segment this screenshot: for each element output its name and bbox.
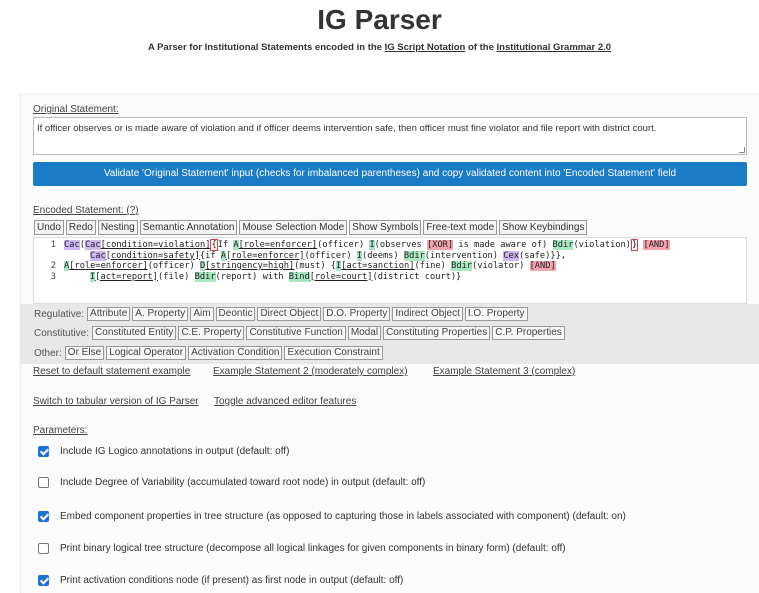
direct-object-button[interactable]: Direct Object (257, 307, 322, 321)
constitutive-row: Constitutive: Constituted Entity C.E. Pr… (34, 326, 565, 340)
undo-button[interactable]: Undo (34, 220, 64, 235)
line-number: 3 (50, 271, 56, 282)
free-text-mode-button[interactable]: Free-text mode (423, 220, 498, 235)
param-embed-properties[interactable]: Embed component properties in tree struc… (38, 511, 626, 522)
direct-object-property-button[interactable]: D.O. Property (323, 307, 391, 321)
execution-constraint-button[interactable]: Execution Constraint (284, 346, 383, 360)
show-keybindings-button[interactable]: Show Keybindings (499, 220, 588, 235)
resize-handle[interactable] (739, 147, 745, 153)
constituted-entity-property-button[interactable]: C.E. Property (178, 326, 245, 340)
semantic-annotation-button[interactable]: Semantic Annotation (139, 220, 238, 235)
regulative-row: Regulative: Attribute A. Property Aim De… (34, 307, 528, 321)
regulative-label: Regulative: (34, 308, 85, 320)
validate-button[interactable]: Validate 'Original Statement' input (che… (33, 162, 747, 186)
activation-first-checkbox[interactable] (38, 575, 49, 586)
logical-operator-button[interactable]: Logical Operator (106, 346, 187, 360)
indirect-object-button[interactable]: Indirect Object (392, 307, 463, 321)
original-statement-input[interactable]: If officer observes or is made aware of … (33, 117, 747, 155)
indirect-object-property-button[interactable]: I.O. Property (464, 307, 528, 321)
constituting-properties-properties-button[interactable]: C.P. Properties (492, 326, 565, 340)
constituted-entity-button[interactable]: Constituted Entity (92, 326, 177, 340)
embed-properties-checkbox[interactable] (38, 511, 49, 522)
subtitle-text-2: of the (465, 42, 497, 53)
line-number: 1 (50, 240, 56, 250)
redo-button[interactable]: Redo (65, 220, 96, 235)
line-number-gutter: 1 2 3 (34, 240, 56, 282)
param-degree-of-variability[interactable]: Include Degree of Variability (accumulat… (38, 477, 425, 488)
activation-condition-button[interactable]: Activation Condition (188, 346, 283, 360)
deontic-button[interactable]: Deontic (215, 307, 256, 321)
line-number: 2 (50, 261, 56, 271)
page-subtitle: A Parser for Institutional Statements en… (0, 42, 759, 53)
reset-example-link[interactable]: Reset to default statement example (33, 366, 190, 377)
param-ig-logico[interactable]: Include IG Logico annotations in output … (38, 446, 289, 457)
code-line: Cac[condition=safety]{if A[role=enforcer… (90, 250, 567, 261)
code-line: I[act=report](file) Bdir(report) with Bi… (90, 271, 462, 282)
code-line: A[role=enforcer](officer) D[stringency=h… (64, 261, 556, 271)
example-3-link[interactable]: Example Statement 3 (complex) (433, 366, 575, 377)
param-label: Embed component properties in tree struc… (60, 511, 626, 522)
tabular-version-link[interactable]: Switch to tabular version of IG Parser (33, 396, 199, 407)
encoded-statement-editor[interactable]: 1 2 3 Cac(Cac[condition=violation]{If A[… (33, 237, 747, 304)
param-binary-tree[interactable]: Print binary logical tree structure (dec… (38, 543, 566, 554)
code-line: Cac(Cac[condition=violation]{If A[role=e… (64, 239, 670, 251)
constitutive-label: Constitutive: (34, 327, 90, 339)
subtitle-text-1: A Parser for Institutional Statements en… (147, 42, 385, 53)
editor-toolbar: Undo Redo Nesting Semantic Annotation Mo… (34, 220, 588, 235)
param-label: Include Degree of Variability (accumulat… (60, 477, 426, 488)
ig-script-link[interactable]: IG Script Notation (385, 42, 466, 53)
param-activation-first[interactable]: Print activation conditions node (if pre… (38, 575, 403, 586)
aim-button[interactable]: Aim (190, 307, 214, 321)
page-title: IG Parser (317, 4, 442, 35)
other-label: Other: (34, 347, 62, 359)
or-else-button[interactable]: Or Else (64, 346, 105, 360)
degree-of-variability-checkbox[interactable] (38, 477, 49, 488)
line-number (34, 251, 56, 262)
binary-tree-checkbox[interactable] (38, 543, 49, 554)
advanced-editor-link[interactable]: Toggle advanced editor features (214, 396, 356, 407)
show-symbols-button[interactable]: Show Symbols (349, 220, 422, 235)
attribute-property-button[interactable]: A. Property (132, 307, 189, 321)
mouse-selection-mode-button[interactable]: Mouse Selection Mode (239, 220, 348, 235)
nesting-button[interactable]: Nesting (97, 220, 138, 235)
original-statement-label: Original Statement: (33, 104, 119, 115)
param-label: Include IG Logico annotations in output … (60, 446, 290, 457)
ig-grammar-link[interactable]: Institutional Grammar 2.0 (497, 42, 612, 53)
constitutive-function-button[interactable]: Constitutive Function (246, 326, 346, 340)
example-2-link[interactable]: Example Statement 2 (moderately complex) (213, 366, 408, 377)
parameters-label: Parameters: (33, 425, 88, 436)
constituting-properties-button[interactable]: Constituting Properties (383, 326, 491, 340)
ig-logico-checkbox[interactable] (38, 446, 49, 457)
modal-button[interactable]: Modal (347, 326, 382, 340)
attribute-button[interactable]: Attribute (87, 307, 131, 321)
original-statement-text: If officer observes or is made aware of … (37, 123, 657, 134)
other-row: Other: Or Else Logical Operator Activati… (34, 346, 383, 360)
param-label: Print activation conditions node (if pre… (60, 575, 404, 586)
encoded-statement-label[interactable]: Encoded Statement: (?) (33, 205, 139, 216)
param-label: Print binary logical tree structure (dec… (60, 543, 566, 554)
